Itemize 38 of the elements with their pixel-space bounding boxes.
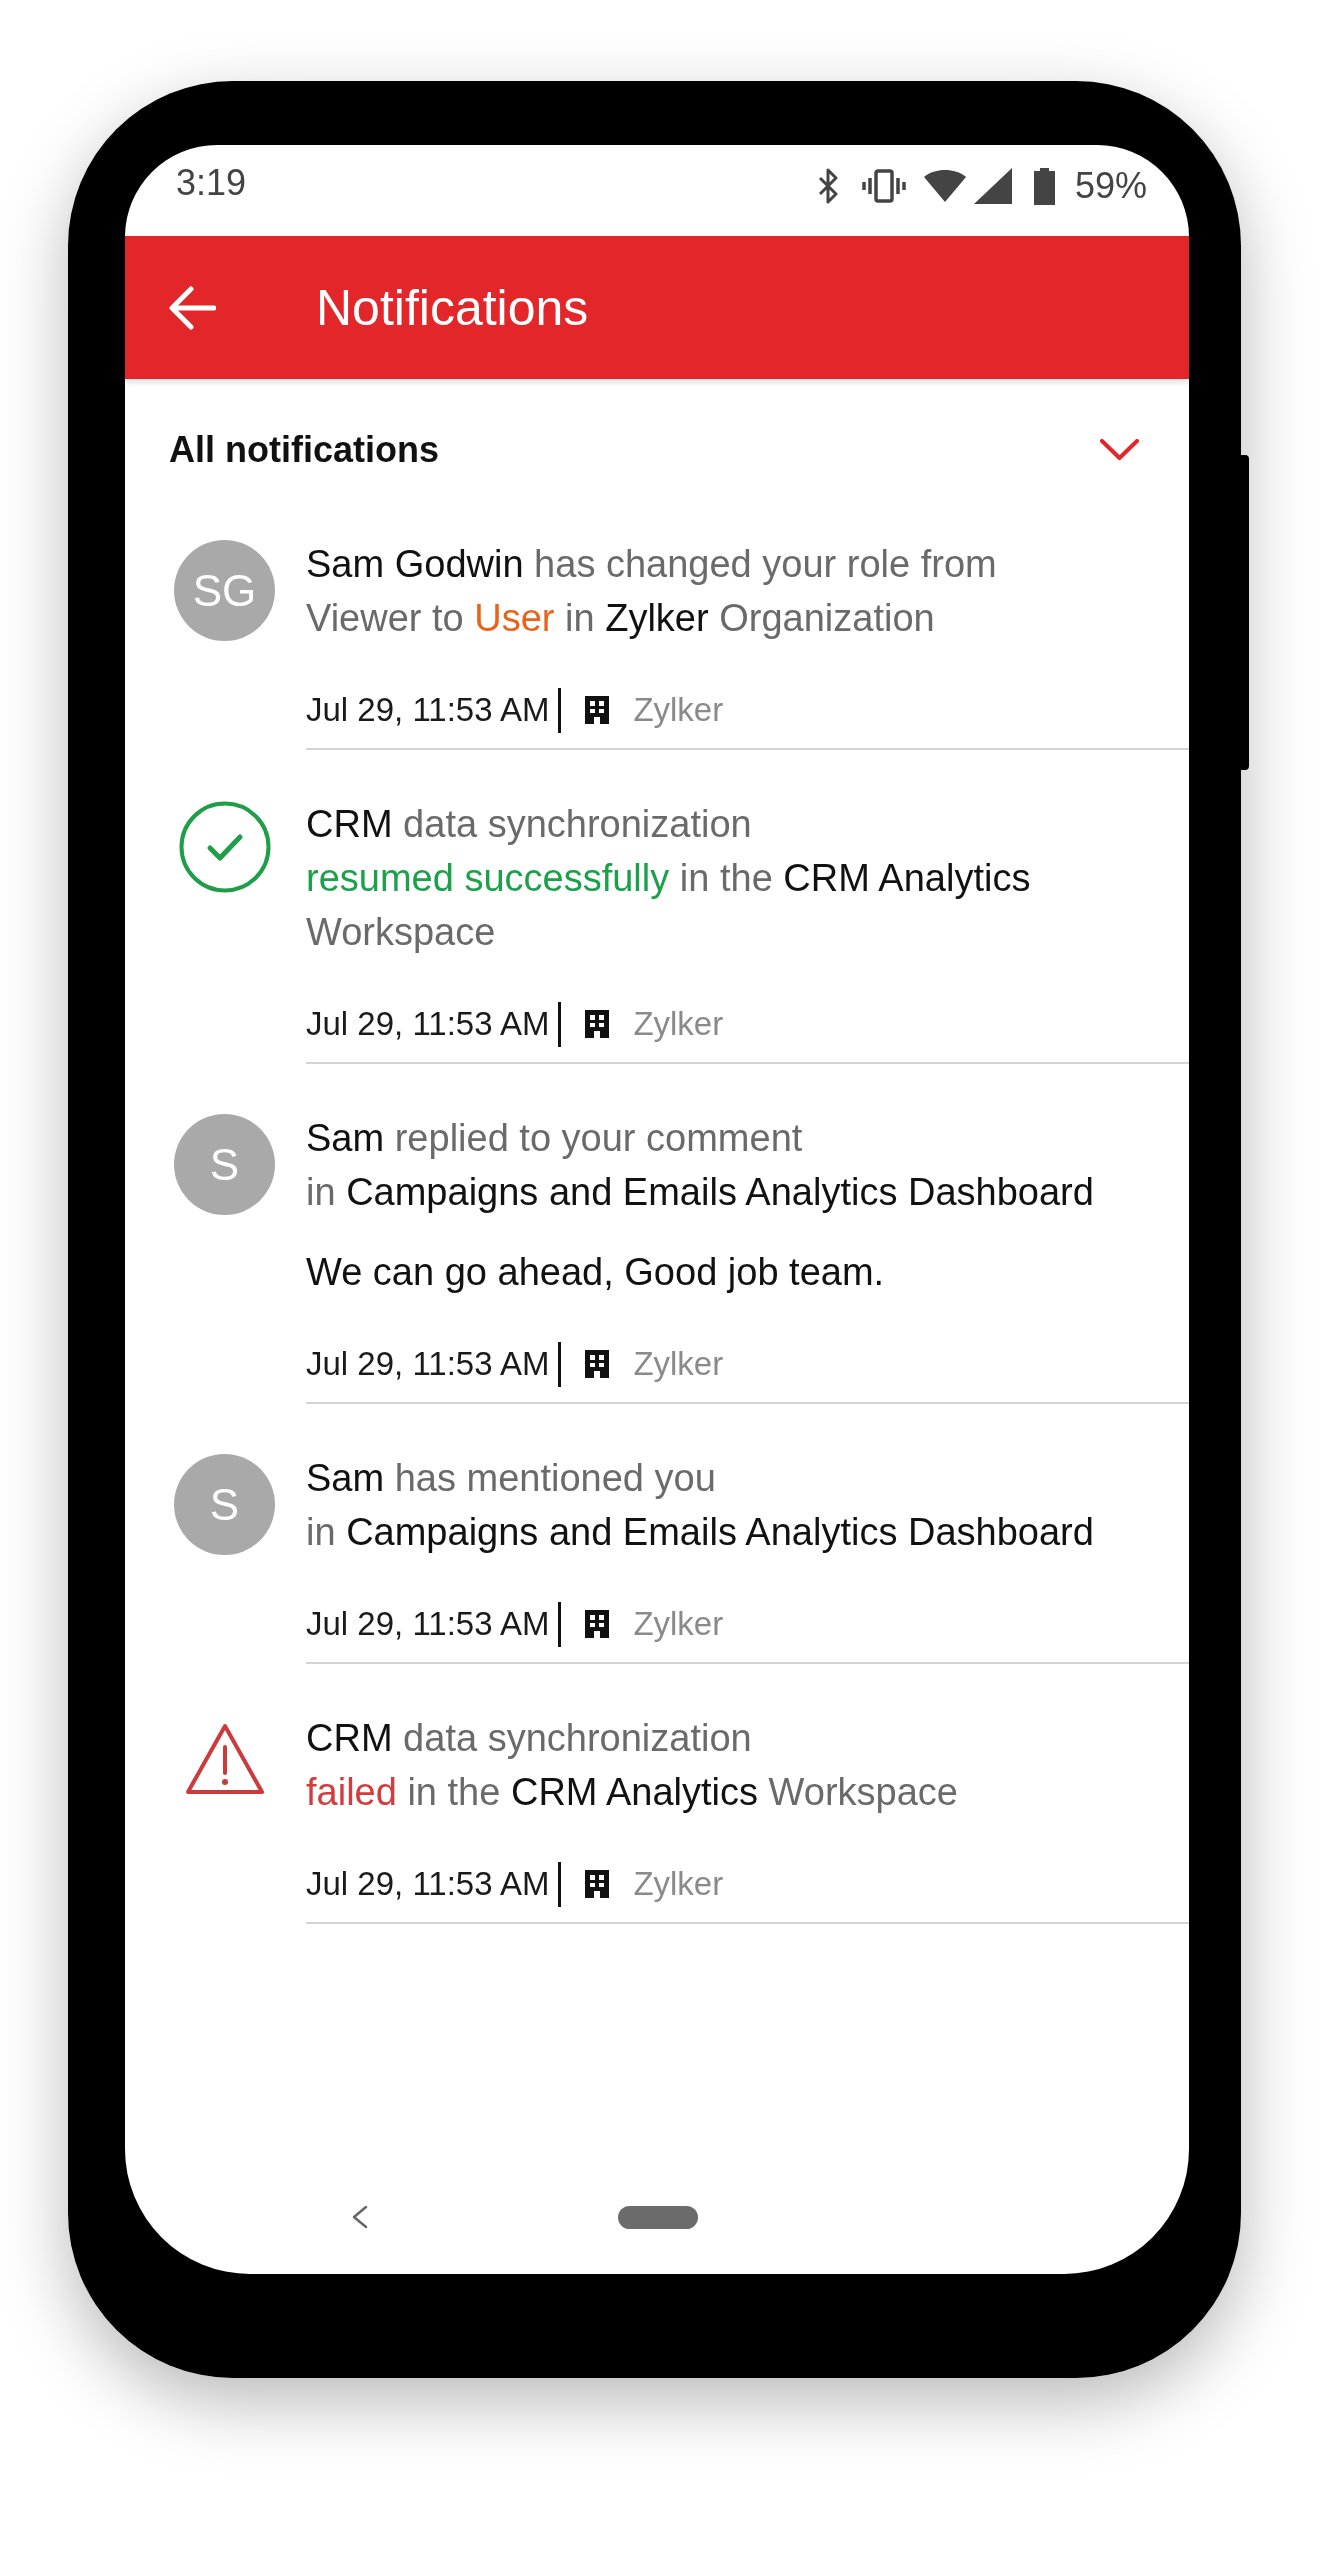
notification-time: Jul 29, 11:53 AM bbox=[306, 690, 550, 730]
wifi-icon bbox=[923, 170, 966, 202]
battery-percentage: 59% bbox=[1074, 165, 1147, 207]
user-avatar: S bbox=[174, 1114, 275, 1215]
battery-icon bbox=[1033, 167, 1055, 205]
building-icon bbox=[585, 1870, 610, 1898]
notification-message: Sam replied to your comment in Campaigns and Emails Analytics Dashboard bbox=[306, 1116, 1095, 1215]
building-icon bbox=[585, 696, 610, 724]
home-bar-icon[interactable] bbox=[618, 2205, 698, 2229]
status-time: 3:19 bbox=[176, 162, 247, 204]
chevron-down-icon[interactable] bbox=[1100, 438, 1139, 461]
nav-back-icon[interactable] bbox=[351, 2205, 368, 2229]
organization-name: Zylker bbox=[633, 1604, 724, 1644]
check-circle-icon bbox=[178, 801, 271, 893]
vibrate-icon bbox=[861, 169, 906, 203]
building-icon bbox=[585, 1010, 610, 1038]
organization-name: Zylker bbox=[633, 690, 724, 730]
notification-time: Jul 29, 11:53 AM bbox=[306, 1004, 550, 1044]
filter-label[interactable]: All notifications bbox=[169, 429, 439, 470]
signal-icon bbox=[973, 168, 1012, 204]
organization-name: Zylker bbox=[633, 1344, 724, 1384]
notification-message: CRM data synchronization failed in the CRM Analytics Workspace bbox=[306, 1716, 959, 1815]
building-icon bbox=[585, 1610, 610, 1638]
notification-message: Sam has mentioned you in Campaigns and Emails Analytics Dashboard bbox=[306, 1456, 1095, 1555]
notification-time: Jul 29, 11:53 AM bbox=[306, 1864, 550, 1904]
building-icon bbox=[585, 1350, 610, 1378]
notification-message: Sam Godwin has changed your role from Viewer to User in Zylker Organization bbox=[306, 542, 998, 641]
notification-time: Jul 29, 11:53 AM bbox=[306, 1344, 550, 1384]
organization-name: Zylker bbox=[633, 1864, 724, 1904]
user-avatar: S bbox=[174, 1454, 275, 1555]
comment-text: We can go ahead, Good job team. bbox=[306, 1250, 886, 1295]
organization-name: Zylker bbox=[633, 1004, 724, 1044]
warning-icon bbox=[185, 1723, 264, 1795]
app-bar-title: Notifications bbox=[316, 278, 589, 337]
back-arrow-icon[interactable] bbox=[168, 285, 216, 330]
notification-message: CRM data synchronization resumed successfully in the CRM Analytics Workspace bbox=[306, 802, 1032, 955]
notification-time: Jul 29, 11:53 AM bbox=[306, 1604, 550, 1644]
user-avatar: SG bbox=[174, 540, 275, 641]
